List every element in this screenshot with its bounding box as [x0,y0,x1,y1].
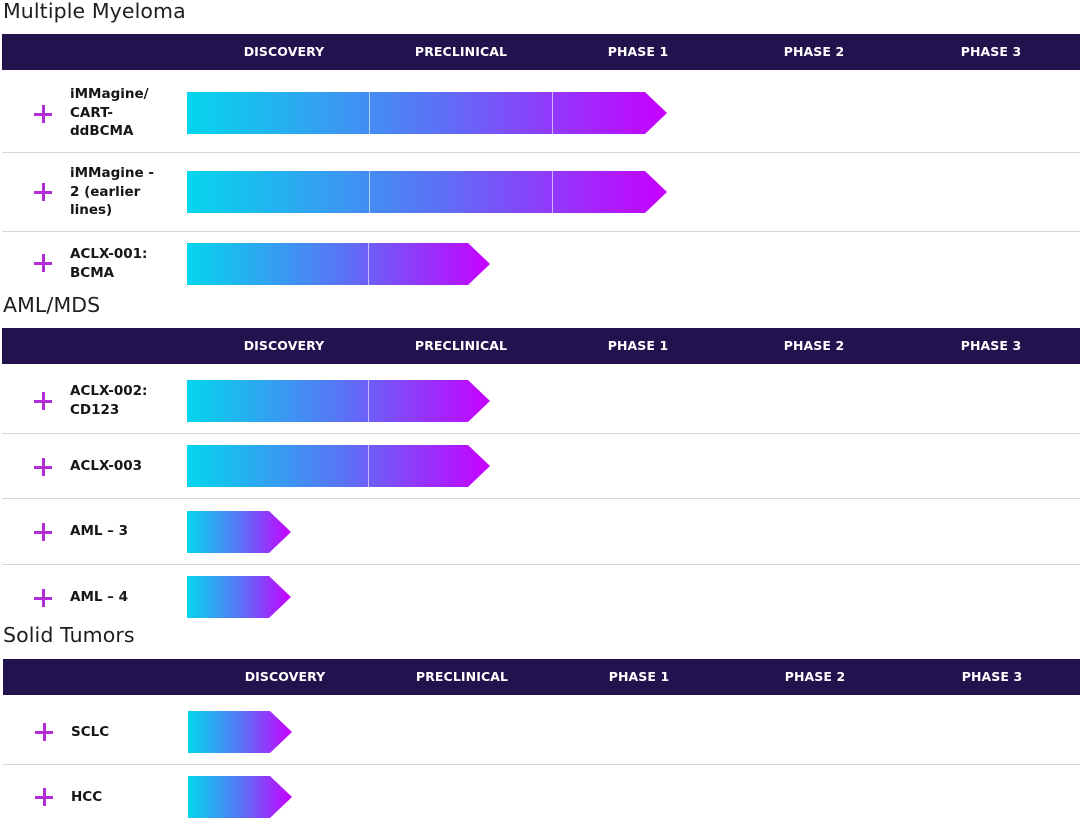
bar-divider [368,243,369,285]
pipeline-row: AML – 4 [2,565,1080,625]
progress-bar [187,511,291,553]
expand-plus-icon[interactable] [33,104,53,124]
pipeline-row: ACLX-003 [2,434,1080,499]
progress-bar [187,92,667,134]
phase-label-phase-2: PHASE 2 [783,338,845,353]
expand-plus-icon[interactable] [33,457,53,477]
program-name: AML – 3 [70,523,129,539]
section-title: Solid Tumors [3,623,135,647]
phase-label-phase-3: PHASE 3 [961,669,1023,684]
phase-label-phase-3: PHASE 3 [960,44,1022,59]
program-name: ACLX-001: BCMA [70,246,148,281]
progress-bar [187,445,490,487]
expand-plus-icon[interactable] [34,722,54,742]
expand-plus-icon[interactable] [33,588,53,608]
pipeline-row: iMMagine/ CART- ddBCMA [2,70,1080,153]
phase-label-phase-3: PHASE 3 [960,338,1022,353]
progress-bar [188,776,292,818]
pipeline-row: ACLX-001: BCMA [2,232,1080,294]
expand-plus-icon[interactable] [33,522,53,542]
pipeline-row: iMMagine - 2 (earlier lines) [2,153,1080,232]
progress-bar [188,711,292,753]
phase-label-discovery: DISCOVERY [243,338,325,353]
bar-divider [369,171,370,213]
phase-label-preclinical: PRECLINICAL [414,338,508,353]
phase-header: DISCOVERY PRECLINICAL PHASE 1 PHASE 2 PH… [2,34,1080,70]
phase-label-discovery: DISCOVERY [243,44,325,59]
phase-label-phase-1: PHASE 1 [608,669,670,684]
phase-label-preclinical: PRECLINICAL [414,44,508,59]
bar-divider [369,92,370,134]
expand-plus-icon[interactable] [33,182,53,202]
progress-bar [187,243,490,285]
phase-label-phase-2: PHASE 2 [784,669,846,684]
phase-label-phase-1: PHASE 1 [607,44,669,59]
expand-plus-icon[interactable] [33,253,53,273]
section-title: AML/MDS [3,293,101,317]
pipeline-row: AML – 3 [2,499,1080,565]
phase-label-preclinical: PRECLINICAL [415,669,509,684]
progress-bar [187,380,490,422]
bar-divider [368,445,369,487]
phase-label-phase-1: PHASE 1 [607,338,669,353]
bar-divider [552,171,553,213]
phase-header: DISCOVERY PRECLINICAL PHASE 1 PHASE 2 PH… [3,659,1080,695]
pipeline-row: ACLX-002: CD123 [2,364,1080,434]
progress-bar [187,576,291,618]
program-name: SCLC [71,724,110,740]
pipeline-row: SCLC [3,695,1080,765]
phase-label-discovery: DISCOVERY [244,669,326,684]
program-name: ACLX-003 [70,458,143,474]
expand-plus-icon[interactable] [33,391,53,411]
program-name: AML – 4 [70,589,129,605]
program-name: iMMagine - 2 (earlier lines) [70,165,154,218]
phase-label-phase-2: PHASE 2 [783,44,845,59]
expand-plus-icon[interactable] [34,787,54,807]
pipeline-row: HCC [3,765,1080,822]
phase-header: DISCOVERY PRECLINICAL PHASE 1 PHASE 2 PH… [2,328,1080,364]
progress-bar [187,171,667,213]
bar-divider [552,92,553,134]
program-name: iMMagine/ CART- ddBCMA [70,86,149,139]
program-name: ACLX-002: CD123 [70,383,148,418]
program-name: HCC [71,789,103,805]
section-title: Multiple Myeloma [3,0,186,23]
bar-divider [368,380,369,422]
